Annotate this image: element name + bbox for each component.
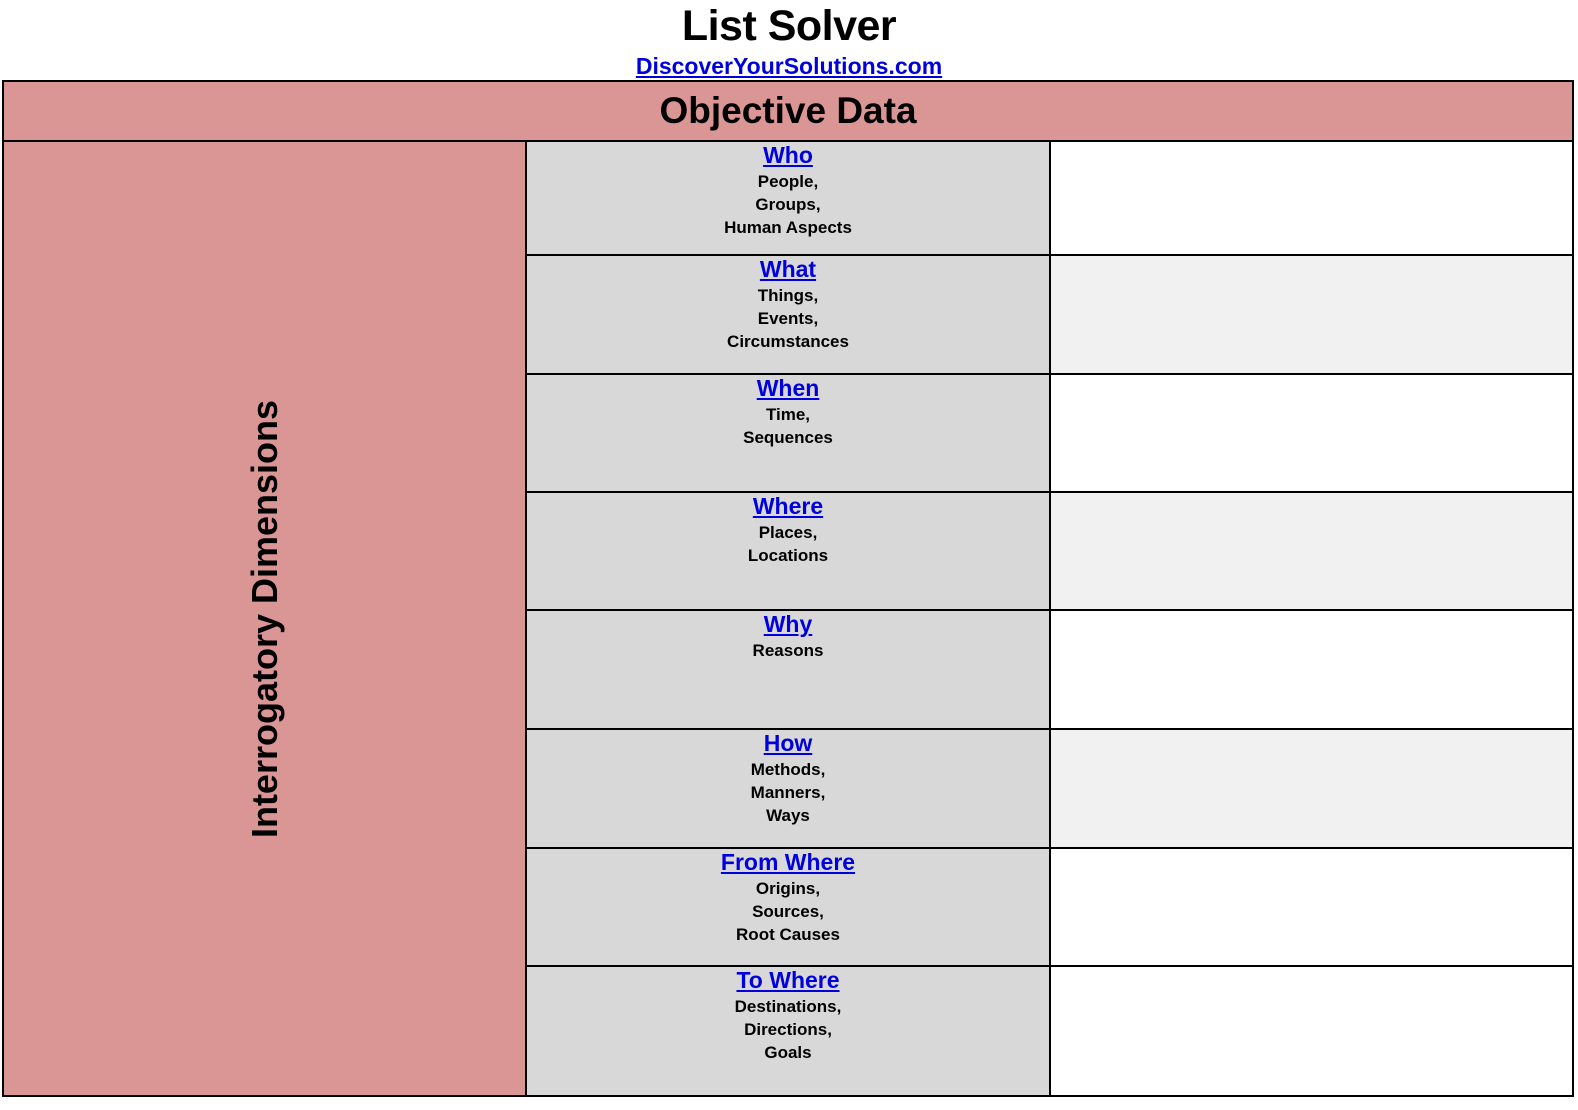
dimension-description-line: Places, bbox=[758, 523, 818, 542]
dimension-description: Places, Locations bbox=[527, 521, 1048, 567]
dimension-description-line: Methods, bbox=[750, 760, 826, 779]
dimension-link-how[interactable]: How bbox=[764, 730, 813, 757]
dimension-description: People, Groups, Human Aspects bbox=[527, 170, 1048, 239]
dimension-description-line: Directions, bbox=[744, 1020, 832, 1039]
dimension-description-line: Manners, bbox=[750, 783, 826, 802]
dimension-link-from-where[interactable]: From Where bbox=[721, 849, 855, 876]
dimension-cell-why: Why Reasons bbox=[525, 609, 1051, 730]
answer-cell-where[interactable] bbox=[1048, 491, 1575, 611]
dimension-description-line: Goals bbox=[764, 1043, 812, 1062]
dimension-description-line: Things, bbox=[757, 286, 819, 305]
dimension-description: Things, Events, Circumstances bbox=[527, 284, 1048, 353]
dimension-cell-where: Where Places, Locations bbox=[525, 491, 1051, 611]
dimension-cell-from-where: From Where Origins, Sources, Root Causes bbox=[525, 847, 1051, 967]
dimension-description: Reasons bbox=[527, 639, 1048, 662]
list-solver-table: Objective Data Interrogatory Dimensions … bbox=[1, 80, 1575, 1097]
answer-cell-from-where[interactable] bbox=[1048, 847, 1575, 967]
dimension-description-line: Sequences bbox=[743, 428, 833, 447]
answer-cell-when[interactable] bbox=[1048, 373, 1575, 493]
dimension-description-line: Locations bbox=[747, 546, 829, 565]
objective-data-banner: Objective Data bbox=[2, 80, 1574, 142]
dimension-description-line: Events, bbox=[757, 309, 819, 328]
dimension-cell-what: What Things, Events, Circumstances bbox=[525, 254, 1051, 375]
answer-cell-how[interactable] bbox=[1048, 728, 1575, 849]
answer-cell-why[interactable] bbox=[1048, 609, 1575, 730]
dimension-link-why[interactable]: Why bbox=[764, 611, 813, 638]
dimension-cell-to-where: To Where Destinations, Directions, Goals bbox=[525, 965, 1051, 1097]
page-header: List Solver DiscoverYourSolutions.com bbox=[0, 0, 1578, 80]
dimension-cell-who: Who People, Groups, Human Aspects bbox=[525, 140, 1051, 256]
page-title: List Solver bbox=[681, 2, 897, 50]
dimension-description: Methods, Manners, Ways bbox=[527, 758, 1048, 827]
dimension-description-line: Groups, bbox=[755, 195, 821, 214]
answer-cell-who[interactable] bbox=[1048, 140, 1575, 256]
dimension-description-line: Destinations, bbox=[734, 997, 842, 1016]
axis-inner: Interrogatory Dimensions bbox=[4, 142, 525, 1095]
answer-cell-to-where[interactable] bbox=[1048, 965, 1575, 1097]
dimension-link-where[interactable]: Where bbox=[753, 493, 823, 520]
banner-row: Objective Data bbox=[2, 80, 1574, 142]
site-link[interactable]: DiscoverYourSolutions.com bbox=[636, 52, 942, 80]
dimension-description: Destinations, Directions, Goals bbox=[527, 995, 1048, 1064]
dimension-description-line: Human Aspects bbox=[724, 218, 852, 237]
dimension-link-what[interactable]: What bbox=[760, 256, 816, 283]
dimension-description: Origins, Sources, Root Causes bbox=[527, 877, 1048, 946]
body-row: Interrogatory Dimensions Who People, Group… bbox=[1, 140, 1575, 1097]
dimension-description-line: Reasons bbox=[752, 641, 824, 660]
interrogatory-dimensions-axis: Interrogatory Dimensions bbox=[1, 140, 528, 1097]
dimension-description-line: Sources, bbox=[752, 902, 824, 921]
dimension-link-who[interactable]: Who bbox=[763, 142, 813, 169]
axis-label: Interrogatory Dimensions bbox=[243, 399, 285, 838]
dimension-link-when[interactable]: When bbox=[757, 375, 820, 402]
dimension-description: Time, Sequences bbox=[527, 403, 1048, 449]
dimension-description-line: People, bbox=[757, 172, 819, 191]
dimension-cell-when: When Time, Sequences bbox=[525, 373, 1051, 493]
table-body: Objective Data Interrogatory Dimensions … bbox=[1, 80, 1575, 1097]
dimension-description-line: Time, bbox=[765, 405, 811, 424]
dimension-description-line: Root Causes bbox=[736, 925, 840, 944]
dimension-description-line: Origins, bbox=[755, 879, 821, 898]
dimension-link-to-where[interactable]: To Where bbox=[736, 967, 839, 994]
banner-label: Objective Data bbox=[659, 90, 917, 131]
dimension-description-line: Circumstances bbox=[727, 332, 849, 351]
answer-cell-what[interactable] bbox=[1048, 254, 1575, 375]
dimension-description-line: Ways bbox=[766, 806, 810, 825]
dimension-cell-how: How Methods, Manners, Ways bbox=[525, 728, 1051, 849]
